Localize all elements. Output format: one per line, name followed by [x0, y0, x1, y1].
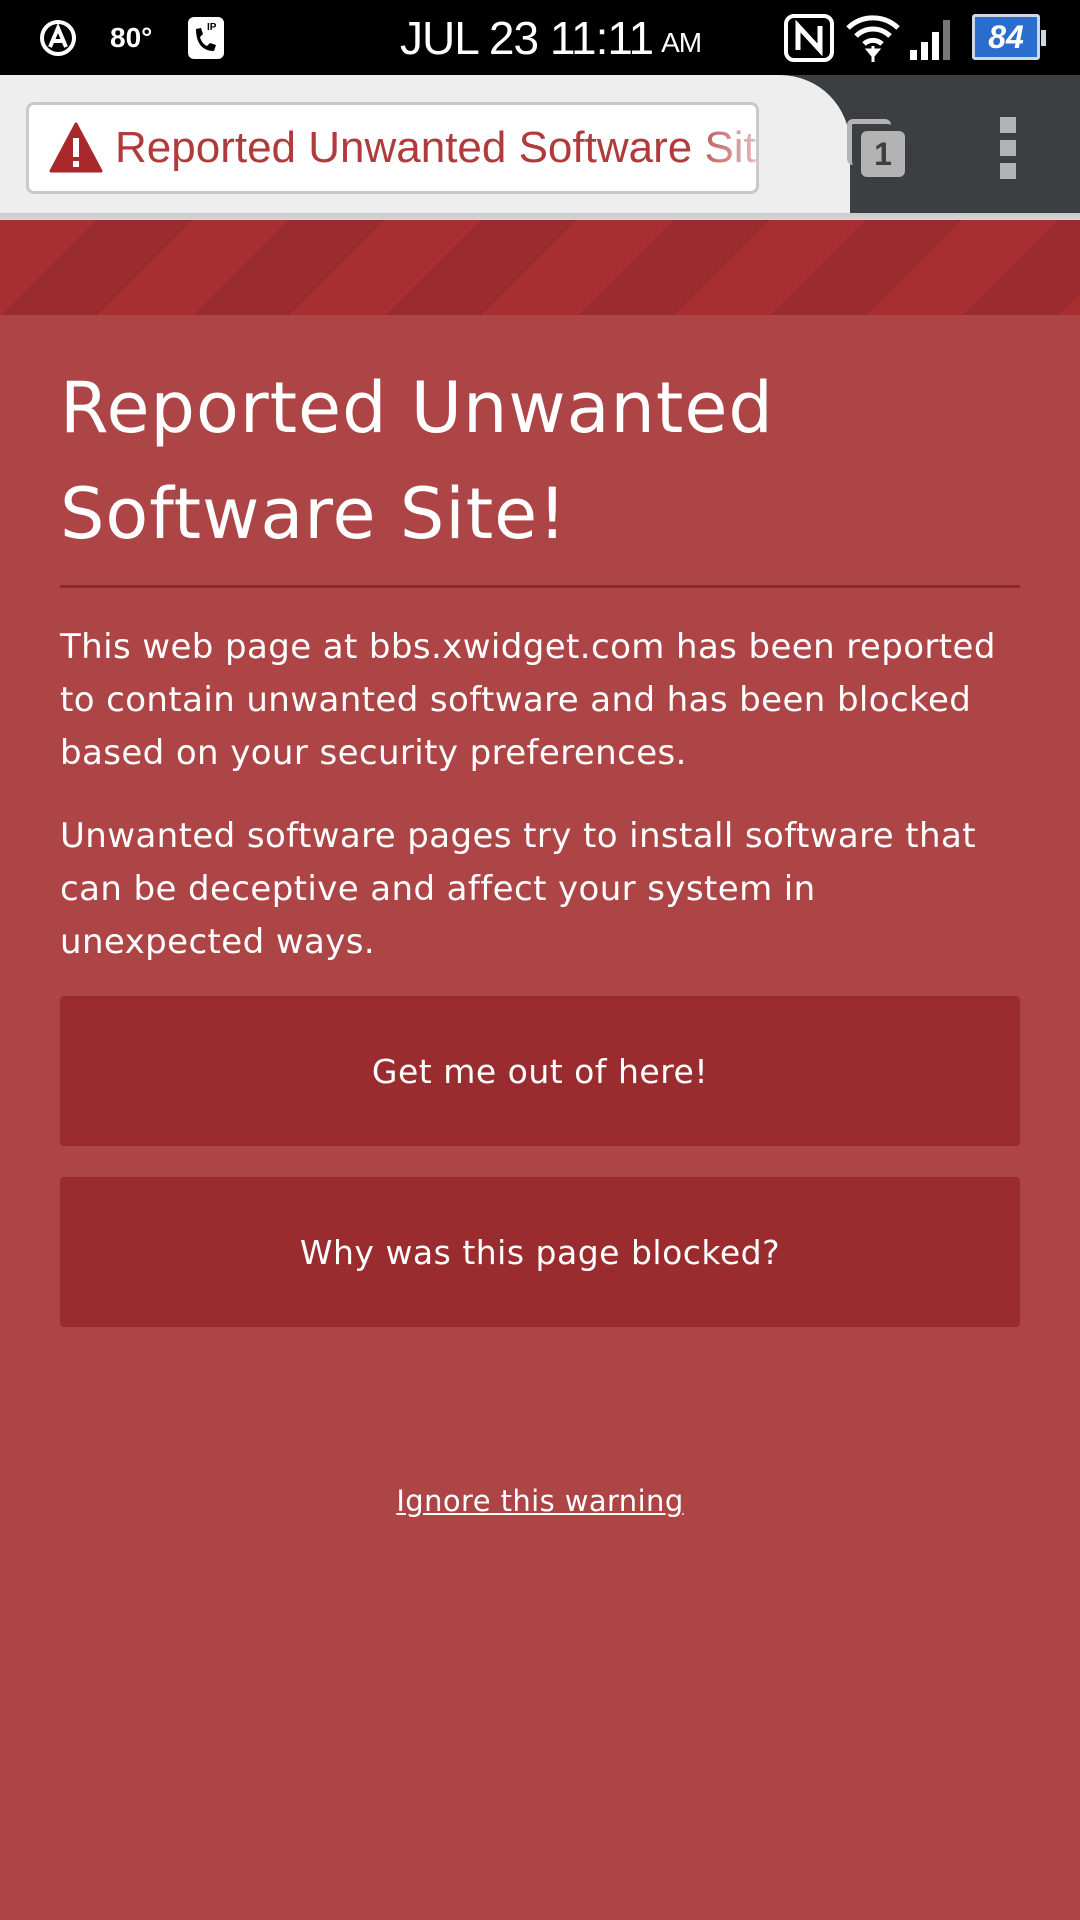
- signal-icon: [908, 0, 958, 75]
- divider: [60, 585, 1020, 588]
- url-bar[interactable]: Reported Unwanted Software Site!: [26, 102, 759, 194]
- temperature: 80°: [110, 21, 153, 53]
- am-pm: AM: [661, 26, 702, 58]
- svg-text:IP: IP: [207, 22, 217, 33]
- phone-ip-icon: IP: [186, 0, 226, 75]
- menu-dot: [1000, 140, 1016, 156]
- warning-stripe-band: [0, 220, 1080, 315]
- get-me-out-button[interactable]: Get me out of here!: [60, 996, 1020, 1146]
- battery-level: 84: [988, 18, 1024, 55]
- app-a-icon: [38, 0, 78, 75]
- ignore-warning-link[interactable]: Ignore this warning: [0, 1484, 1080, 1518]
- warning-paragraph-1: This web page at bbs.xwidget.com has bee…: [60, 627, 996, 773]
- clock: JUL 23 11:11 AM: [400, 0, 702, 75]
- warning-icon: [49, 122, 103, 173]
- tabs-icon[interactable]: 1: [843, 115, 909, 181]
- tab-count: 1: [861, 131, 905, 177]
- menu-dot: [1000, 117, 1016, 133]
- toolbar-shadow: [0, 213, 1080, 220]
- menu-dot: [1000, 163, 1016, 179]
- warning-paragraph-2: Unwanted software pages try to install s…: [60, 816, 976, 962]
- wifi-icon: [846, 0, 900, 75]
- date-time: JUL 23 11:11: [400, 11, 654, 64]
- page-title: Reported Unwanted Software Site!: [60, 367, 774, 555]
- browser-toolbar: Reported Unwanted Software Site! 1: [0, 75, 1080, 220]
- overflow-menu-icon[interactable]: [990, 115, 1026, 181]
- status-bar: 80° IP JUL 23 11:11 AM 84: [0, 0, 1080, 75]
- nfc-icon: [784, 0, 834, 75]
- url-text: Reported Unwanted Software Site!: [115, 123, 759, 172]
- url-area: Reported Unwanted Software Site!: [0, 75, 850, 215]
- why-blocked-button[interactable]: Why was this page blocked?: [60, 1177, 1020, 1327]
- battery-icon: 84: [972, 14, 1046, 60]
